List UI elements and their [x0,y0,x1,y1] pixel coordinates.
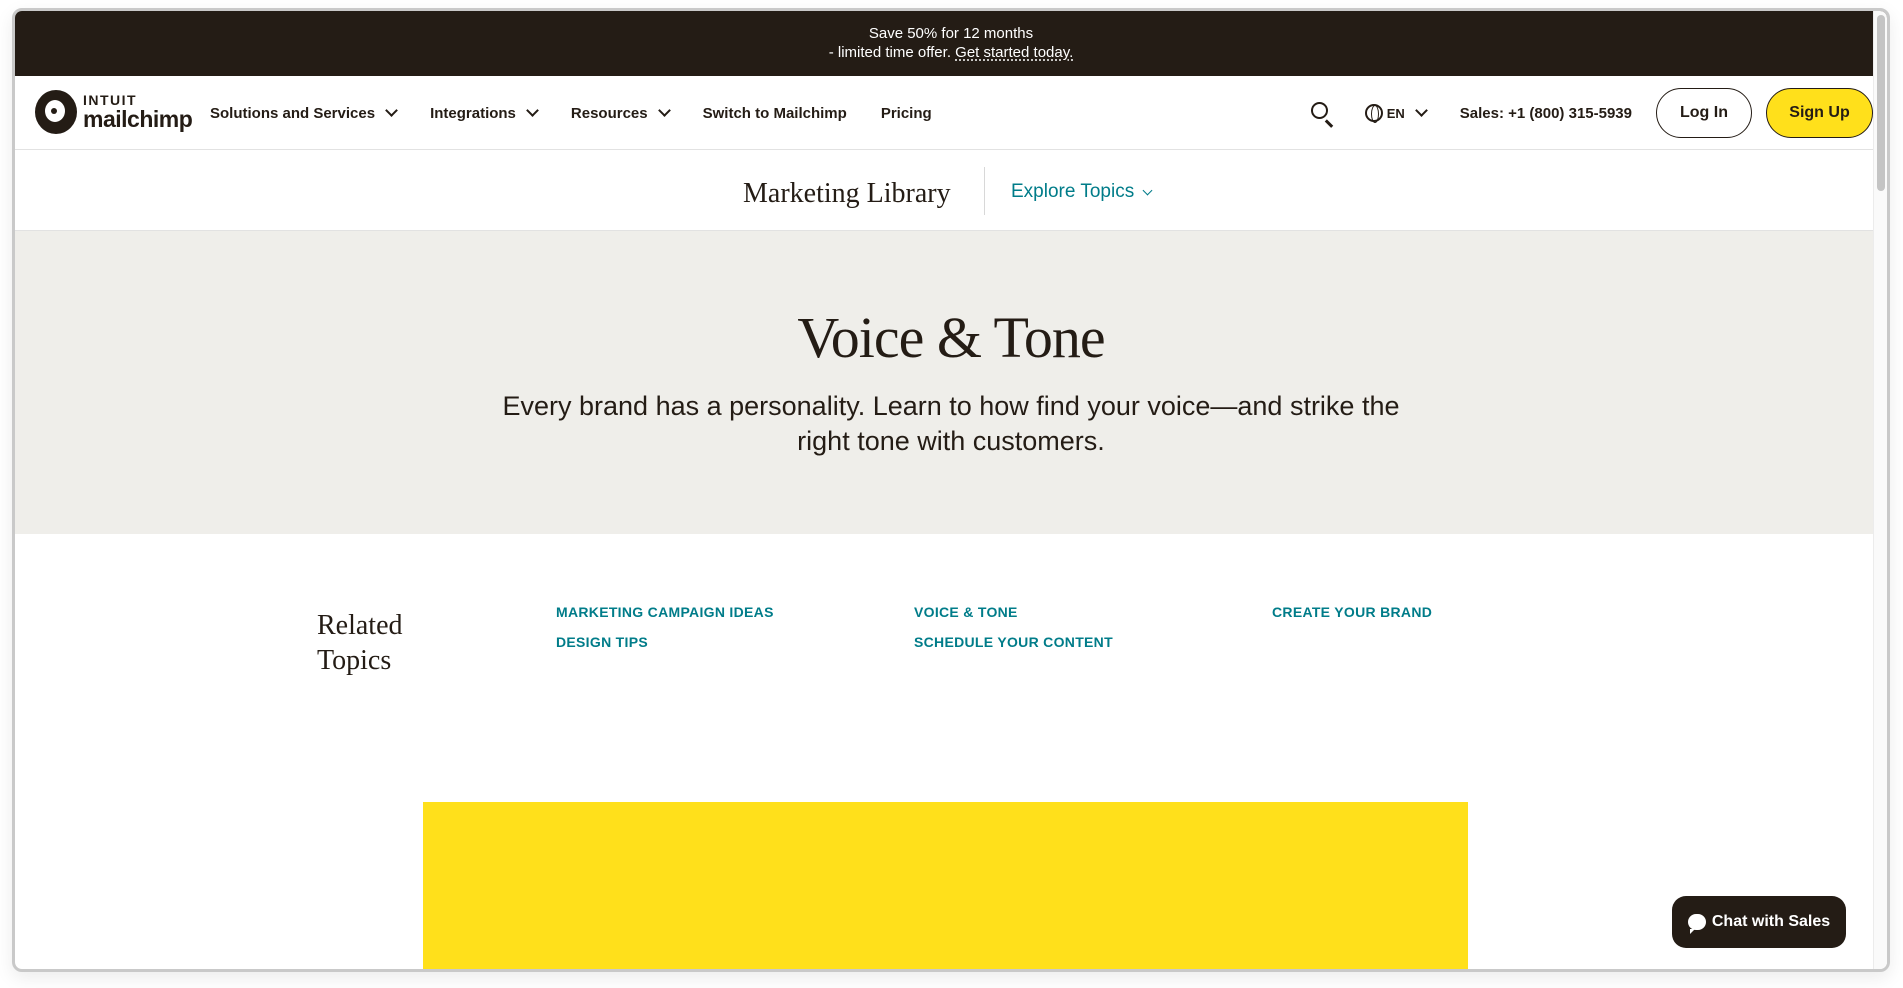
logo-mailchimp: mailchimp [83,106,193,132]
library-bar: Marketing Library Explore Topics [15,150,1887,231]
topic-link-design-tips[interactable]: DESIGN TIPS [556,634,648,650]
sales-phone[interactable]: Sales: +1 (800) 315-5939 [1460,105,1632,122]
chevron-down-icon [385,104,398,117]
search-icon[interactable] [1309,100,1335,128]
hero-section: Voice & Tone Every brand has a personali… [15,231,1887,534]
chevron-down-icon [1414,104,1428,117]
promo-line1: Save 50% for 12 months [868,25,1034,42]
library-title[interactable]: Marketing Library [743,178,951,210]
nav-item-integrations[interactable]: Integrations [430,104,539,122]
scrollbar-thumb[interactable] [1877,15,1885,191]
nav-item-label: Integrations [430,104,516,122]
featured-image-banner [423,802,1468,969]
mailchimp-logo[interactable]: INTUIT mailchimp [35,90,193,134]
promo-line2: - limited time offer. Get started today. [15,43,1887,62]
chevron-down-icon [657,104,671,117]
chat-icon [1687,914,1706,934]
explore-topics-dropdown[interactable]: Explore Topics [1011,181,1153,203]
signup-button[interactable]: Sign Up [1766,88,1873,138]
logo-intuit: INTUIT [83,92,138,108]
page-scrollbar[interactable] [1873,11,1887,969]
nav-item-solutions[interactable]: Solutions and Services [210,104,398,122]
page-subtitle: Every brand has a personality. Learn to … [502,391,1400,456]
chevron-down-icon [526,104,539,117]
promo-banner: Save 50% for 12 months - limited time of… [15,11,1887,76]
nav-links: Solutions and Services Integrations Reso… [210,76,966,150]
nav-actions: EN Sales: +1 (800) 315-5939 Log In Sign … [1309,76,1873,150]
language-selector[interactable]: EN [1364,104,1428,123]
chevron-down-icon [1142,185,1153,195]
page-title: Voice & Tone [797,305,1105,370]
topic-link-schedule-content[interactable]: SCHEDULE YOUR CONTENT [914,634,1113,650]
browser-viewport: Save 50% for 12 months - limited time of… [12,8,1890,972]
topic-link-marketing-campaign-ideas[interactable]: MARKETING CAMPAIGN IDEAS [556,604,774,620]
explore-topics-label: Explore Topics [1011,181,1135,202]
topic-link-create-brand[interactable]: CREATE YOUR BRAND [1272,604,1432,620]
nav-item-label: Resources [570,104,648,122]
logo-wordmark: INTUIT mailchimp [83,92,193,132]
library-divider [984,167,985,215]
nav-item-pricing[interactable]: Pricing [881,105,932,122]
chat-label: Chat with Sales [1711,913,1831,930]
nav-item-label: Pricing [880,104,932,122]
chat-with-sales-button[interactable]: Chat with Sales [1672,896,1846,948]
promo-text: - limited time offer. [828,44,956,61]
login-button[interactable]: Log In [1656,88,1752,138]
globe-icon [1364,104,1383,123]
nav-item-label: Solutions and Services [210,104,376,122]
nav-item-switch[interactable]: Switch to Mailchimp [703,105,847,122]
nav-item-resources[interactable]: Resources [570,104,671,122]
language-label: EN [1386,105,1405,121]
nav-item-label: Switch to Mailchimp [702,104,847,122]
main-nav: INTUIT mailchimp Solutions and Services … [15,76,1887,150]
related-topics-title: Related Topics [317,610,403,676]
topic-link-voice-tone[interactable]: VOICE & TONE [914,604,1018,620]
get-started-link[interactable]: Get started today. [955,44,1073,61]
freddie-icon [35,90,77,134]
